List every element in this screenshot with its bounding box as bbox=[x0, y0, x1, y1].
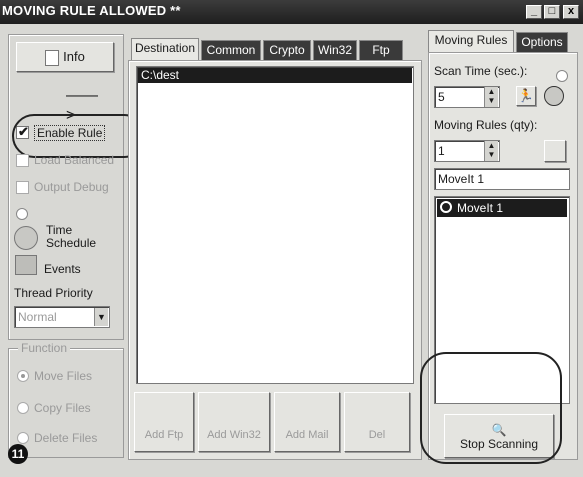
events-icon[interactable] bbox=[15, 255, 37, 275]
tab-crypto[interactable]: Crypto bbox=[263, 40, 311, 60]
clock-icon[interactable] bbox=[14, 226, 38, 250]
add-win32-button[interactable]: Add Win32 bbox=[198, 392, 270, 452]
rule-status-icon bbox=[440, 201, 452, 213]
thread-priority-value: Normal bbox=[18, 310, 57, 324]
title-bar: MOVING RULE ALLOWED ** bbox=[0, 0, 583, 24]
tab-win32[interactable]: Win32 bbox=[313, 40, 357, 60]
annotation-circle-stop-scanning bbox=[420, 352, 562, 464]
minimize-button[interactable]: _ bbox=[526, 5, 542, 19]
delete-button[interactable]: Del bbox=[344, 392, 410, 452]
moving-rules-qty-value: 1 bbox=[438, 144, 445, 158]
function-legend: Function bbox=[18, 341, 71, 355]
annotation-arrow: ——> bbox=[66, 87, 98, 124]
document-icon bbox=[45, 49, 60, 66]
rule-name-value: MoveIt 1 bbox=[438, 172, 485, 186]
time-schedule-radio[interactable] bbox=[16, 208, 28, 220]
timer-icon[interactable] bbox=[544, 86, 564, 106]
load-balanced-checkbox[interactable] bbox=[16, 154, 29, 167]
copy-files-label: Copy Files bbox=[34, 401, 91, 415]
copy-files-radio[interactable] bbox=[17, 402, 29, 414]
annotation-circle-enable-rule bbox=[12, 114, 146, 158]
output-debug-label: Output Debug bbox=[34, 180, 109, 194]
time-schedule-label: Time Schedule bbox=[46, 224, 96, 250]
tab-ftp[interactable]: Ftp bbox=[359, 40, 403, 60]
scan-time-label: Scan Time (sec.): bbox=[434, 64, 528, 78]
events-label: Events bbox=[44, 262, 81, 276]
tab-common[interactable]: Common bbox=[201, 40, 261, 60]
move-files-radio[interactable] bbox=[17, 370, 29, 382]
list-settings-icon[interactable] bbox=[544, 140, 566, 162]
add-mail-button[interactable]: Add Mail bbox=[274, 392, 340, 452]
spinner-arrows-icon[interactable]: ▲ ▼ bbox=[484, 87, 498, 107]
window-title: MOVING RULE ALLOWED ** bbox=[2, 3, 181, 18]
delete-files-label: Delete Files bbox=[34, 431, 98, 445]
info-button[interactable]: Info bbox=[16, 42, 114, 72]
radio-dot-icon bbox=[21, 374, 25, 378]
output-debug-checkbox[interactable] bbox=[16, 181, 29, 194]
destination-list[interactable]: C:\dest bbox=[136, 66, 414, 384]
info-button-label: Info bbox=[63, 49, 85, 64]
list-item[interactable]: MoveIt 1 bbox=[437, 199, 567, 217]
chevron-down-icon[interactable]: ▼ bbox=[94, 308, 108, 326]
thread-priority-label: Thread Priority bbox=[14, 286, 93, 300]
delete-files-radio[interactable] bbox=[17, 432, 29, 444]
tab-options[interactable]: Options bbox=[516, 32, 568, 52]
spinner-arrows-icon[interactable]: ▲ ▼ bbox=[484, 141, 498, 161]
rule-item-label: MoveIt 1 bbox=[457, 201, 504, 215]
moving-rules-qty-spinner[interactable]: 1 ▲ ▼ bbox=[434, 140, 500, 162]
close-button[interactable]: x bbox=[563, 5, 579, 19]
add-ftp-button[interactable]: Add Ftp bbox=[134, 392, 194, 452]
time-schedule-label-line2: Schedule bbox=[46, 236, 97, 250]
thread-priority-select[interactable]: Normal ▼ bbox=[14, 306, 110, 328]
move-files-label: Move Files bbox=[34, 369, 93, 383]
scan-time-radio[interactable] bbox=[556, 70, 568, 82]
tab-moving-rules[interactable]: Moving Rules bbox=[428, 30, 514, 53]
load-balanced-label: Load Balanced bbox=[34, 153, 115, 167]
moving-rules-qty-label: Moving Rules (qty): bbox=[434, 118, 538, 132]
scan-time-spinner[interactable]: 5 ▲ ▼ bbox=[434, 86, 500, 108]
tab-destination[interactable]: Destination bbox=[131, 38, 199, 61]
callout-number-badge: 11 bbox=[8, 444, 28, 464]
scan-time-value: 5 bbox=[438, 90, 445, 104]
list-item[interactable]: C:\dest bbox=[138, 68, 412, 83]
rule-name-input[interactable]: MoveIt 1 bbox=[434, 168, 570, 190]
run-icon[interactable]: 🏃 bbox=[516, 86, 536, 106]
restore-button[interactable]: □ bbox=[544, 5, 560, 19]
